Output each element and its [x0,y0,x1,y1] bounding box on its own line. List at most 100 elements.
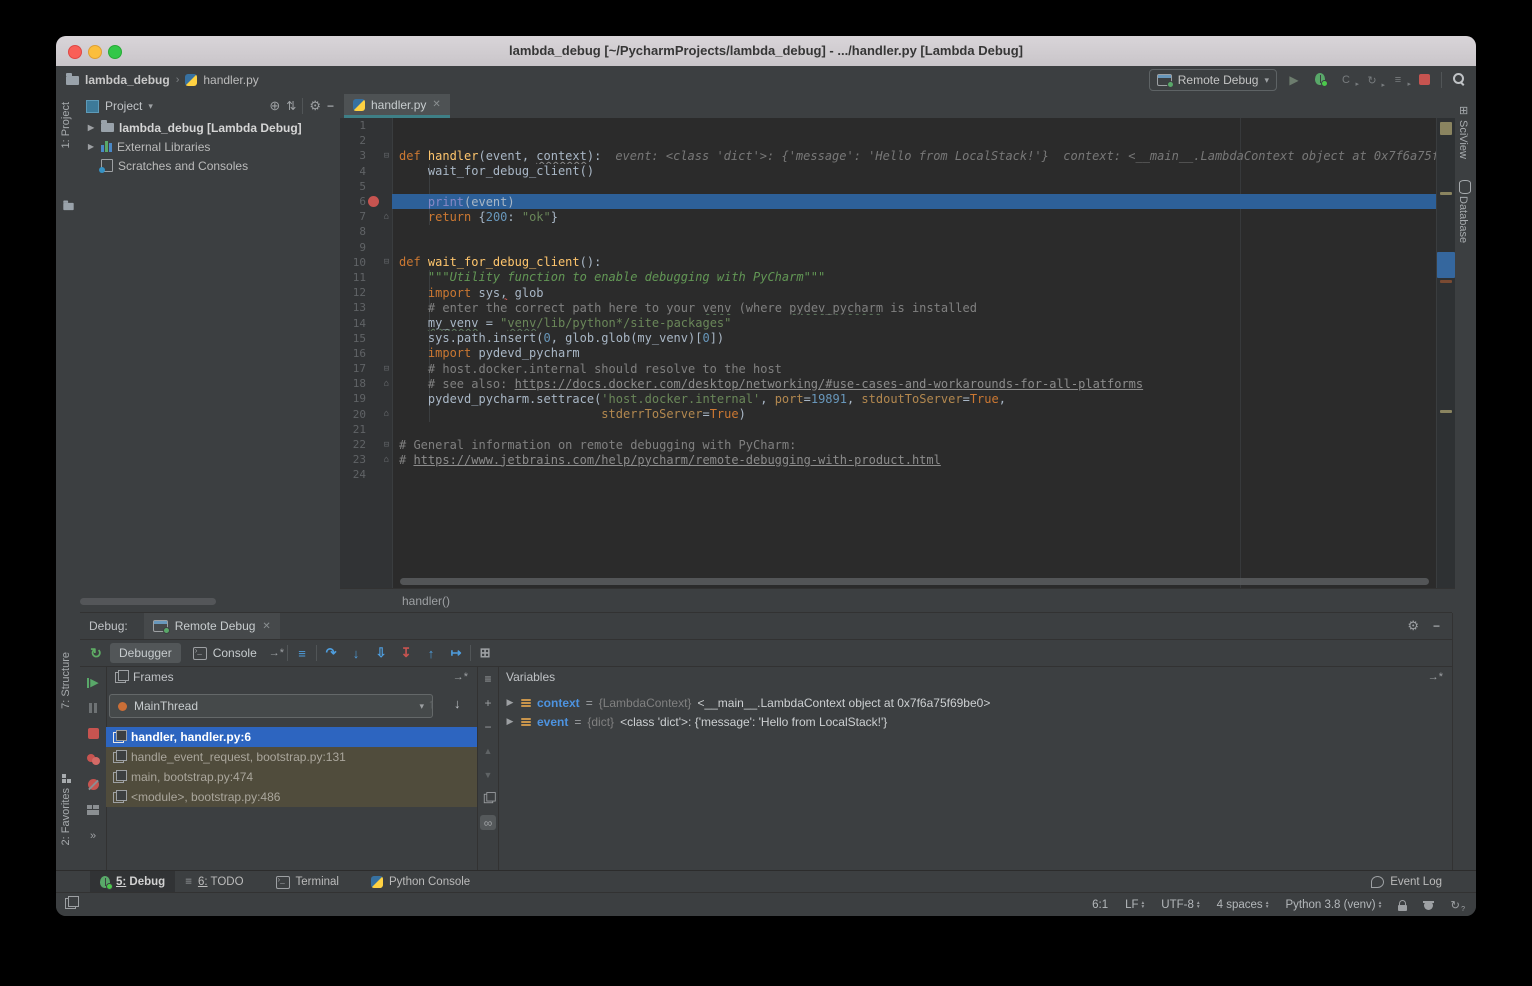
error-stripe[interactable] [1436,118,1455,588]
locate-file-icon[interactable]: ⊕ [269,98,280,114]
code-text[interactable] [392,224,1437,239]
collapse-all-icon[interactable]: ⇅ [286,99,296,113]
fold-marker-icon[interactable]: ⌂ [381,212,392,222]
lock-icon[interactable] [1398,905,1407,911]
project-tree-item[interactable]: ▶External Libraries [80,137,340,156]
code-text[interactable]: # host.docker.internal should resolve to… [392,361,1437,376]
debug-button[interactable] [1311,73,1329,88]
inspection-indicator[interactable] [1440,122,1452,135]
fold-marker-icon[interactable]: ⊟ [381,151,392,161]
code-text[interactable] [392,240,1437,255]
project-panel-title[interactable]: Project [105,99,142,113]
breakpoint-dot[interactable] [368,196,379,207]
code-text[interactable]: # enter the correct path here to your ve… [392,300,1437,315]
chevron-down-icon[interactable]: ▾ [148,101,153,112]
code-text[interactable]: """Utility function to enable debugging … [392,270,1437,285]
code-text[interactable]: def wait_for_debug_client(): [392,255,1437,270]
step-into-my-code-icon[interactable]: ⇩ [370,645,392,661]
hide-panel-icon[interactable]: − [327,99,334,113]
resume-program-icon[interactable]: ▶ [87,678,98,688]
stripe-mark[interactable] [1440,192,1452,195]
pin-icon[interactable]: →* [453,671,468,683]
view-breakpoints-icon[interactable] [87,754,99,764]
code-text[interactable]: def handler(event, context):event: <clas… [392,148,1437,163]
run-configurations-button[interactable]: ≡▸ [1389,74,1407,86]
tool-window-toggle-icon[interactable] [65,898,76,912]
step-over-icon[interactable]: ↷ [320,645,342,661]
breadcrumb-project[interactable]: lambda_debug [85,73,170,87]
interpreter-select[interactable]: Python 3.8 (venv)▴▾ [1285,899,1381,911]
debug-session-tab[interactable]: Remote Debug ✕ [144,613,280,639]
step-into-icon[interactable]: ↓ [345,646,367,661]
gear-icon[interactable]: ⚙ [1407,618,1419,634]
project-scrollbar[interactable] [80,598,216,605]
zoom-window-button[interactable] [108,45,122,59]
tool-window-button-structure[interactable]: 7: Structure [60,652,72,709]
close-icon[interactable]: ✕ [432,99,440,110]
tool-window-button-todo[interactable]: ≡ 6: TODO [175,871,253,893]
code-text[interactable] [392,422,1437,437]
indent-select[interactable]: 4 spaces▴▾ [1217,899,1269,911]
code-text[interactable] [392,179,1437,194]
tool-window-button-project[interactable]: 1: Project [60,102,72,148]
next-frame-icon[interactable]: ↓ [454,696,461,711]
expand-arrow-icon[interactable]: ▶ [505,697,515,708]
sync-icon[interactable]: ↻? [1450,898,1460,912]
titlebar[interactable]: lambda_debug [~/PycharmProjects/lambda_d… [56,36,1476,67]
frame-row[interactable]: <module>, bootstrap.py:486 [106,787,477,807]
previous-frame-icon[interactable]: ↑ [428,696,435,711]
editor-breadcrumb[interactable]: handler() [340,588,1455,613]
code-text[interactable]: import sys, glob [392,285,1437,300]
gear-icon[interactable]: ⚙ [309,98,321,114]
variable-row[interactable]: ▶event={dict}<class 'dict'>: {'message':… [497,712,1452,731]
tool-window-button-terminal[interactable]: Terminal [266,871,349,893]
code-text[interactable]: return {200: "ok"} [392,209,1437,224]
code-text[interactable]: stderrToServer=True) [392,407,1437,422]
minimize-window-button[interactable] [88,45,102,59]
close-window-button[interactable] [68,45,82,59]
copy-icon[interactable] [480,791,496,806]
code-text[interactable]: print(event) [392,194,1437,209]
fold-marker-icon[interactable]: ⊟ [381,364,392,374]
code-editor[interactable]: 123⊟def handler(event, context):event: <… [340,118,1455,588]
close-icon[interactable]: ✕ [262,621,270,632]
evaluate-expression-icon[interactable]: ⊞ [474,645,496,661]
stripe-mark-exec[interactable] [1437,252,1455,278]
encoding-select[interactable]: UTF-8▴▾ [1161,899,1199,911]
expand-arrow-icon[interactable]: ▶ [505,716,515,727]
fold-marker-icon[interactable]: ⊟ [381,257,392,267]
tool-window-button-python-console[interactable]: Python Console [361,871,480,893]
add-watch-icon[interactable]: + [480,695,496,710]
frame-row[interactable]: main, bootstrap.py:474 [106,767,477,787]
stop-icon[interactable] [88,728,99,739]
run-button[interactable]: ▶ [1285,73,1303,87]
code-text[interactable]: sys.path.insert(0, glob.glob(my_venv)[0]… [392,331,1437,346]
frame-row[interactable]: handler, handler.py:6 [106,727,477,747]
remove-watch-icon[interactable]: − [480,719,496,734]
force-step-into-icon[interactable]: ↧ [395,645,417,661]
breadcrumb-file[interactable]: handler.py [203,73,258,87]
show-watches-icon[interactable]: ∞ [480,815,496,830]
pin-icon[interactable]: →* [269,647,284,659]
hide-panel-icon[interactable]: − [1433,619,1440,633]
code-text[interactable]: # General information on remote debuggin… [392,437,1437,452]
frame-row[interactable]: handle_event_request, bootstrap.py:131 [106,747,477,767]
fold-marker-icon[interactable]: ⊟ [381,440,392,450]
event-log-button[interactable]: Event Log [1371,876,1442,888]
project-tree-item[interactable]: Scratches and Consoles [80,156,340,175]
expand-arrow-icon[interactable]: ▶ [86,142,96,151]
profiler-button[interactable]: C▸ [1337,74,1355,86]
run-to-cursor-icon[interactable]: ↦ [445,645,467,661]
code-text[interactable] [392,133,1437,148]
layout-settings-icon[interactable]: ≡ [480,671,496,686]
inspections-profile-icon[interactable] [1424,901,1433,910]
code-text[interactable]: # https://www.jetbrains.com/help/pycharm… [392,452,1437,467]
breakpoint-gutter[interactable] [366,196,381,207]
move-down-icon[interactable]: ▼ [480,767,496,782]
stripe-mark[interactable] [1440,410,1452,413]
line-separator-select[interactable]: LF▴▾ [1125,899,1144,911]
fold-marker-icon[interactable]: ⌂ [381,455,392,465]
expand-arrow-icon[interactable]: ▶ [86,123,96,132]
fold-marker-icon[interactable]: ⌂ [381,379,392,389]
editor-tab-handler[interactable]: handler.py ✕ [344,94,450,118]
